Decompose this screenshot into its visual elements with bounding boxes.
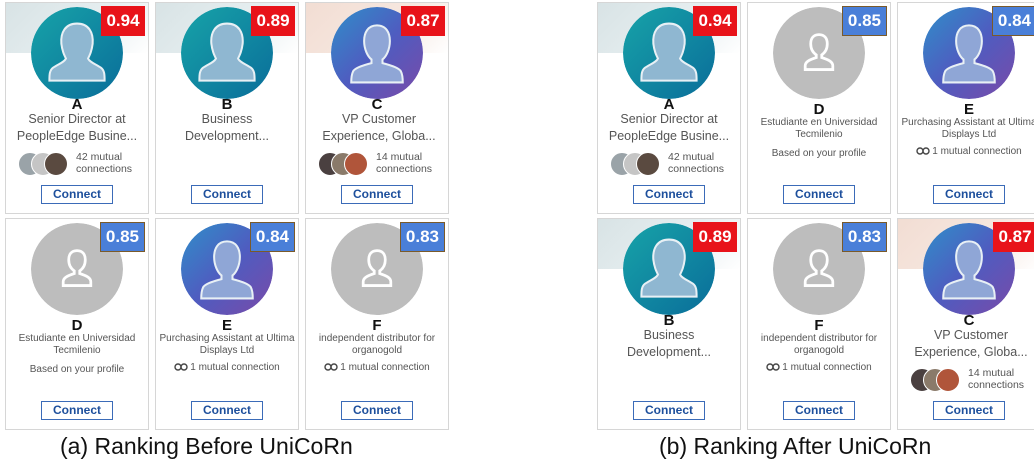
profile-title: VP Customer Experience, Globa... xyxy=(322,112,436,143)
score-badge: 0.89 xyxy=(693,222,737,252)
profile-letter: F xyxy=(372,317,382,334)
profile-title: Business Development... xyxy=(626,328,712,359)
mutual-text: 14 mutual connections xyxy=(376,151,433,175)
score-badge: 0.94 xyxy=(693,6,737,36)
avatar xyxy=(44,152,68,176)
profile-card[interactable]: 0.87 C VP Customer Experience, Globa... … xyxy=(897,218,1034,430)
mutual-avatars xyxy=(910,368,960,392)
profile-title: Purchasing Assistant at Ultima Displays … xyxy=(901,117,1034,140)
connect-button[interactable]: Connect xyxy=(341,401,413,420)
panel-after: 0.94 A Senior Director at PeopleEdge Bus… xyxy=(596,0,1034,430)
profile-title: Senior Director at PeopleEdge Busine... xyxy=(16,112,138,143)
score-badge: 0.85 xyxy=(841,6,887,36)
mutual-connections: 1 mutual connection xyxy=(306,362,448,373)
profile-letter: E xyxy=(963,101,974,118)
mutual-text: 14 mutual connections xyxy=(968,367,1025,391)
caption-after: (b) Ranking After UniCoRn xyxy=(659,433,932,459)
score-badge: 0.84 xyxy=(991,6,1034,36)
mutual-connections: 14 mutual connections xyxy=(910,367,1034,393)
mutual-text: 42 mutual connections xyxy=(76,151,133,175)
mutual-connections: 1 mutual connection xyxy=(748,362,890,373)
connect-button[interactable]: Connect xyxy=(633,401,705,420)
connect-button[interactable]: Connect xyxy=(933,401,1005,420)
mutual-text: 42 mutual connections xyxy=(668,151,725,175)
mutual-connections: 42 mutual connections xyxy=(610,151,736,177)
profile-card[interactable]: 0.85 D Estudiante en Universidad Tecmile… xyxy=(747,2,891,214)
link-icon xyxy=(174,363,188,372)
mutual-avatars xyxy=(318,152,368,176)
profile-card[interactable]: 0.84 E Purchasing Assistant at Ultima Di… xyxy=(155,218,299,430)
score-badge: 0.84 xyxy=(249,222,295,252)
mutual-connections: 1 mutual connection xyxy=(898,146,1034,157)
profile-title: Business Development... xyxy=(184,112,270,143)
connect-button[interactable]: Connect xyxy=(783,185,855,204)
mutual-text: 1 mutual connection xyxy=(340,362,430,373)
panel-before: 0.94 A Senior Director at PeopleEdge Bus… xyxy=(4,0,452,430)
score-badge: 0.89 xyxy=(251,6,295,36)
mutual-text: 1 mutual connection xyxy=(190,362,280,373)
mutual-text: 1 mutual connection xyxy=(782,362,872,373)
score-badge: 0.94 xyxy=(101,6,145,36)
connect-button[interactable]: Connect xyxy=(933,185,1005,204)
profile-title: VP Customer Experience, Globa... xyxy=(914,328,1028,359)
profile-title: Purchasing Assistant at Ultima Displays … xyxy=(159,333,295,356)
mutual-avatars xyxy=(610,152,660,176)
score-badge: 0.85 xyxy=(99,222,145,252)
link-icon xyxy=(766,363,780,372)
profile-letter: D xyxy=(813,101,825,118)
profile-title: Estudiante en Universidad Tecmilenio xyxy=(760,117,878,140)
score-badge: 0.83 xyxy=(399,222,445,252)
connect-button[interactable]: Connect xyxy=(41,185,113,204)
profile-note: Based on your profile xyxy=(29,364,125,375)
mutual-connections: 1 mutual connection xyxy=(156,362,298,373)
profile-title: independent distributor for organogold xyxy=(760,333,878,356)
profile-card[interactable]: 0.84 E Purchasing Assistant at Ultima Di… xyxy=(897,2,1034,214)
profile-note: Based on your profile xyxy=(771,148,867,159)
mutual-connections: 14 mutual connections xyxy=(318,151,444,177)
connect-button[interactable]: Connect xyxy=(191,185,263,204)
profile-card[interactable]: 0.94 A Senior Director at PeopleEdge Bus… xyxy=(597,2,741,214)
profile-card[interactable]: 0.83 F independent distributor for organ… xyxy=(747,218,891,430)
link-icon xyxy=(324,363,338,372)
connect-button[interactable]: Connect xyxy=(783,401,855,420)
profile-title: Estudiante en Universidad Tecmilenio xyxy=(18,333,136,356)
connect-button[interactable]: Connect xyxy=(191,401,263,420)
connect-button[interactable]: Connect xyxy=(633,185,705,204)
caption-before: (a) Ranking Before UniCoRn xyxy=(60,433,353,459)
profile-card[interactable]: 0.94 A Senior Director at PeopleEdge Bus… xyxy=(5,2,149,214)
score-badge: 0.87 xyxy=(401,6,445,36)
avatar xyxy=(636,152,660,176)
mutual-avatars xyxy=(18,152,68,176)
profile-letter: E xyxy=(221,317,232,334)
connect-button[interactable]: Connect xyxy=(41,401,113,420)
score-badge: 0.87 xyxy=(993,222,1034,252)
profile-title: Senior Director at PeopleEdge Busine... xyxy=(608,112,730,143)
profile-letter: D xyxy=(71,317,83,334)
score-badge: 0.83 xyxy=(841,222,887,252)
profile-letter: F xyxy=(814,317,824,334)
mutual-connections: 42 mutual connections xyxy=(18,151,144,177)
profile-card[interactable]: 0.87 C VP Customer Experience, Globa... … xyxy=(305,2,449,214)
connect-button[interactable]: Connect xyxy=(341,185,413,204)
profile-title: independent distributor for organogold xyxy=(318,333,436,356)
link-icon xyxy=(916,147,930,156)
profile-card[interactable]: 0.89 B Business Development... Connect xyxy=(597,218,741,430)
profile-card[interactable]: 0.83 F independent distributor for organ… xyxy=(305,218,449,430)
mutual-text: 1 mutual connection xyxy=(932,146,1022,157)
profile-card[interactable]: 0.85 D Estudiante en Universidad Tecmile… xyxy=(5,218,149,430)
avatar xyxy=(344,152,368,176)
profile-card[interactable]: 0.89 B Business Development... Connect xyxy=(155,2,299,214)
avatar xyxy=(936,368,960,392)
